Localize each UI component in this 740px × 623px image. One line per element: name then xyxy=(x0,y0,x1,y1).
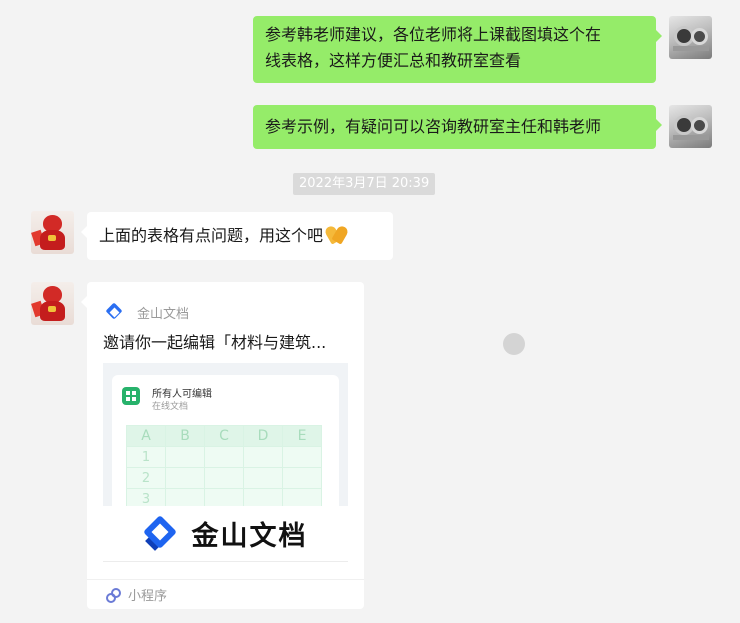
row-number: 1 xyxy=(126,446,166,468)
folded-hands-emoji-icon xyxy=(323,224,350,245)
mini-program-card[interactable]: 金山文档 邀请你一起编辑「材料与建筑... 所有人可编辑 在线文档 A B C … xyxy=(81,282,364,609)
kingsoft-logo-icon xyxy=(142,514,180,552)
my-avatar[interactable] xyxy=(669,16,712,59)
message-text: 上面的表格有点问题，用这个吧 xyxy=(99,226,324,245)
spreadsheet-icon xyxy=(122,387,140,405)
sheet-preview: 所有人可编辑 在线文档 A B C D E 1 2 3 xyxy=(112,375,339,506)
contact-avatar[interactable] xyxy=(31,282,74,325)
sheet-permission: 所有人可编辑 xyxy=(152,389,212,400)
contact-avatar[interactable] xyxy=(31,211,74,254)
message-line: 参考韩老师建议，各位老师将上课截图填这个在 xyxy=(265,25,602,44)
card-title: 邀请你一起编辑「材料与建筑... xyxy=(103,333,327,352)
mini-program-label: 小程序 xyxy=(128,589,168,604)
card-brand: 金山文档 xyxy=(103,506,348,562)
message-timestamp: 2022年3月7日 20:39 xyxy=(293,173,436,195)
card-source: 金山文档 xyxy=(105,302,190,322)
sent-message-1[interactable]: 参考韩老师建议，各位老师将上课截图填这个在 线表格，这样方便汇总和教研室查看 xyxy=(253,16,662,83)
mini-program-icon xyxy=(105,587,121,603)
column-header: D xyxy=(243,425,283,447)
row-number: 2 xyxy=(126,467,166,489)
kingsoft-docs-icon xyxy=(105,302,123,321)
message-line: 线表格，这样方便汇总和教研室查看 xyxy=(265,51,522,70)
column-header: A xyxy=(126,425,166,447)
brand-name: 金山文档 xyxy=(191,521,308,552)
message-text: 参考示例，有疑问可以咨询教研室主任和韩老师 xyxy=(265,117,602,136)
card-footer: 小程序 xyxy=(87,579,364,609)
sheet-grid: A B C D E 1 2 3 xyxy=(126,425,322,506)
chat-window: 参考韩老师建议，各位老师将上课截图填这个在 线表格，这样方便汇总和教研室查看 参… xyxy=(0,0,740,623)
my-avatar[interactable] xyxy=(669,105,712,148)
column-header: B xyxy=(165,425,205,447)
card-preview-image: 所有人可编辑 在线文档 A B C D E 1 2 3 xyxy=(103,363,348,506)
column-header: E xyxy=(282,425,322,447)
column-header: C xyxy=(204,425,244,447)
sent-message-2[interactable]: 参考示例，有疑问可以咨询教研室主任和韩老师 xyxy=(253,105,662,149)
sheet-doc-type: 在线文档 xyxy=(152,402,189,412)
received-message-1[interactable]: 上面的表格有点问题，用这个吧 xyxy=(81,212,393,260)
loading-indicator xyxy=(503,333,525,355)
row-number: 3 xyxy=(126,488,166,506)
card-source-name: 金山文档 xyxy=(137,306,190,322)
